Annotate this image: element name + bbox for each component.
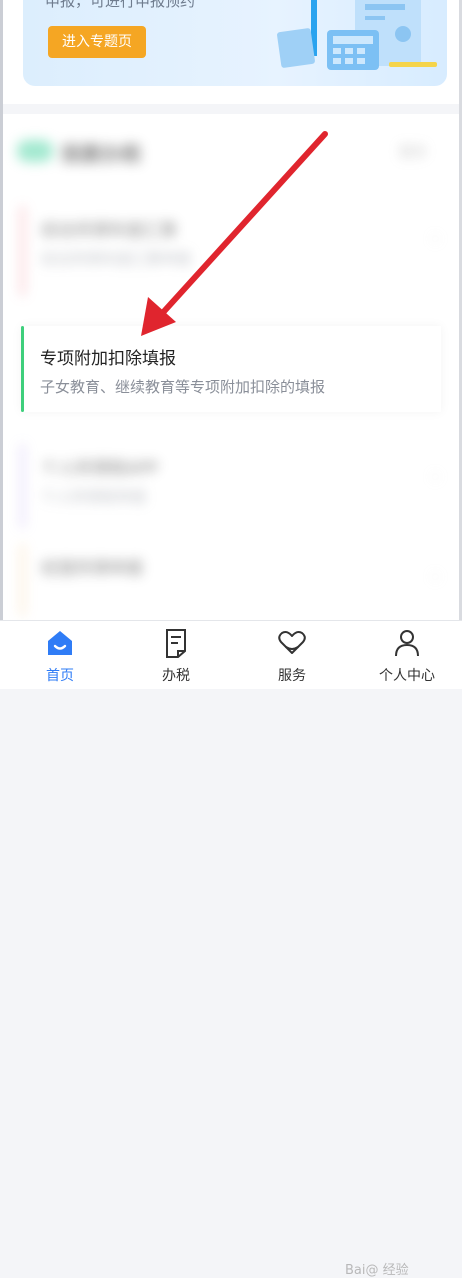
tax-illustration-icon: [277, 0, 437, 70]
chevron-right-icon: ›: [431, 466, 439, 487]
tab-home[interactable]: 首页: [5, 627, 115, 687]
watermark: Bai@ 经验: [345, 1263, 409, 1278]
tab-label: 办税: [162, 668, 190, 684]
item-title: 专项附加扣除填报: [40, 349, 176, 369]
item-title: 经营所得申报: [41, 559, 143, 579]
tab-label: 个人中心: [379, 668, 435, 684]
chevron-right-icon: ›: [431, 228, 439, 249]
item-accent-bar: [21, 326, 24, 412]
list-item[interactable]: 经营所得申报 ›: [21, 544, 445, 616]
section-more-link[interactable]: 更多: [399, 142, 427, 162]
bottom-tab-bar: 首页 办税 服务 个人中心 Bai@ 经验: [0, 620, 462, 1278]
heart-hand-icon: [278, 631, 306, 654]
service-list-card: 我要办税 更多 综合所得年度汇算 综合所得年度汇算申报 › 专项附加扣除填报 子…: [3, 114, 459, 620]
list-item[interactable]: 个人所得税APP 个人所得税申报 ›: [21, 444, 445, 528]
topic-banner[interactable]: 申报，可进行申报预约 进入专题页: [23, 0, 447, 86]
tax-form-icon: [166, 629, 186, 658]
tab-personal-center[interactable]: 个人中心: [352, 627, 462, 687]
home-icon: [48, 631, 72, 655]
user-icon: [395, 630, 419, 657]
section-header: 我要办税 更多: [17, 136, 427, 166]
item-accent-bar: [21, 544, 24, 616]
item-subtitle: 子女教育、继续教育等专项附加扣除的填报: [40, 378, 326, 396]
enter-topic-button[interactable]: 进入专题页: [48, 26, 146, 58]
section-title: 我要办税: [61, 142, 141, 166]
item-accent-bar: [21, 206, 24, 296]
item-title: 综合所得年度汇算: [41, 221, 177, 241]
tab-label: 首页: [46, 668, 74, 684]
chevron-right-icon: ›: [431, 566, 439, 587]
item-accent-bar: [21, 444, 24, 528]
special-deduction-item[interactable]: 专项附加扣除填报 子女教育、继续教育等专项附加扣除的填报: [21, 326, 441, 412]
section-icon: [17, 140, 53, 162]
list-item[interactable]: 综合所得年度汇算 综合所得年度汇算申报 ›: [21, 206, 445, 296]
banner-text: 申报，可进行申报预约: [45, 0, 196, 10]
tab-service[interactable]: 服务: [237, 627, 347, 687]
item-subtitle: 个人所得税申报: [41, 488, 147, 506]
tab-tax[interactable]: 办税: [121, 627, 231, 687]
tab-label: 服务: [278, 668, 306, 684]
banner-section: 申报，可进行申报预约 进入专题页: [3, 0, 459, 104]
item-subtitle: 综合所得年度汇算申报: [41, 250, 192, 268]
item-title: 个人所得税APP: [41, 459, 159, 479]
